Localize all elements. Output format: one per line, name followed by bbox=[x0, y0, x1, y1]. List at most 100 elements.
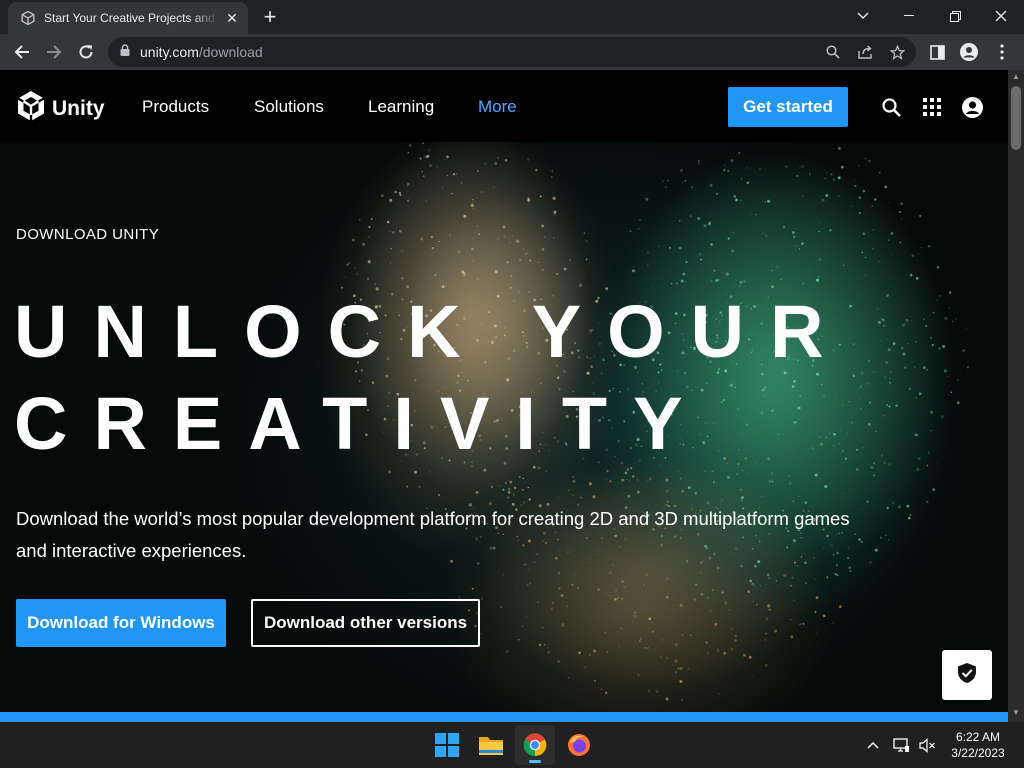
particle-dot bbox=[822, 614, 826, 618]
particle-dot bbox=[951, 320, 953, 322]
tray-chevron-up-icon[interactable] bbox=[863, 735, 883, 755]
particle-dot bbox=[438, 240, 440, 243]
nav-learning[interactable]: Learning bbox=[368, 97, 434, 117]
zoom-search-icon[interactable] bbox=[825, 44, 841, 60]
tab-search-chevron-icon[interactable] bbox=[840, 0, 886, 32]
restore-icon[interactable] bbox=[932, 0, 978, 32]
particle-dot bbox=[661, 639, 664, 641]
download-other-versions-button[interactable]: Download other versions bbox=[251, 599, 480, 647]
particle-dot bbox=[632, 475, 635, 478]
search-icon[interactable] bbox=[880, 96, 902, 118]
particle-dot bbox=[883, 376, 887, 379]
particle-dot bbox=[685, 260, 688, 263]
particle-dot bbox=[451, 192, 453, 195]
particle-dot bbox=[441, 186, 444, 189]
download-windows-button[interactable]: Download for Windows bbox=[16, 599, 226, 647]
particle-dot bbox=[643, 584, 645, 586]
particle-dot bbox=[356, 272, 359, 275]
address-bar[interactable]: unity.com/download bbox=[108, 37, 916, 67]
back-arrow-icon[interactable] bbox=[8, 38, 36, 66]
browser-menu-kebab-icon[interactable] bbox=[992, 42, 1012, 62]
unity-favicon-icon bbox=[20, 10, 36, 26]
forward-arrow-icon[interactable] bbox=[40, 38, 68, 66]
particle-dot bbox=[743, 280, 746, 283]
particle-dot bbox=[730, 647, 734, 651]
particle-dot bbox=[472, 260, 474, 262]
unity-logo[interactable]: Unity bbox=[16, 90, 105, 127]
particle-dot bbox=[826, 576, 829, 579]
particle-dot bbox=[731, 628, 734, 630]
particle-dot bbox=[735, 198, 738, 202]
particle-dot bbox=[504, 158, 508, 162]
particle-dot bbox=[832, 178, 836, 181]
particle-dot bbox=[606, 651, 609, 653]
particle-dot bbox=[359, 218, 361, 221]
scroll-thumb[interactable] bbox=[1011, 86, 1021, 150]
particle-dot bbox=[740, 488, 742, 491]
particle-dot bbox=[752, 600, 754, 602]
particle-dot bbox=[716, 192, 719, 195]
windows-start-icon[interactable] bbox=[427, 725, 467, 765]
particle-dot bbox=[493, 186, 495, 188]
particle-dot bbox=[725, 272, 729, 276]
particle-dot bbox=[886, 506, 889, 510]
particle-dot bbox=[541, 268, 544, 271]
scroll-down-arrow-icon[interactable]: ▼ bbox=[1008, 706, 1024, 720]
particle-dot bbox=[911, 254, 915, 258]
close-window-icon[interactable] bbox=[978, 0, 1024, 32]
particle-dot bbox=[734, 634, 738, 638]
particle-dot bbox=[882, 318, 885, 322]
particle-dot bbox=[820, 478, 822, 480]
particle-dot bbox=[871, 205, 873, 207]
particle-dot bbox=[790, 635, 794, 639]
tab-close-icon[interactable]: ✕ bbox=[224, 10, 240, 26]
particle-dot bbox=[886, 404, 888, 406]
page-scrollbar[interactable]: ▲ ▼ bbox=[1008, 70, 1024, 722]
particle-dot bbox=[700, 258, 702, 261]
share-icon[interactable] bbox=[857, 44, 873, 60]
particle-dot bbox=[559, 495, 561, 498]
particle-dot bbox=[648, 477, 652, 481]
new-tab-button[interactable]: + bbox=[258, 6, 282, 28]
particle-dot bbox=[644, 646, 646, 649]
profile-icon[interactable] bbox=[959, 42, 979, 62]
chrome-taskbar-icon[interactable] bbox=[515, 725, 555, 765]
particle-dot bbox=[389, 262, 391, 264]
particle-dot bbox=[388, 470, 392, 474]
nav-more[interactable]: More bbox=[478, 97, 517, 117]
particle-dot bbox=[930, 336, 933, 339]
side-panel-icon[interactable] bbox=[927, 42, 947, 62]
particle-dot bbox=[667, 179, 669, 182]
particle-dot bbox=[956, 401, 960, 405]
windows-taskbar: 6:22 AM 3/22/2023 bbox=[0, 722, 1024, 768]
taskbar-clock[interactable]: 6:22 AM 3/22/2023 bbox=[940, 729, 1016, 761]
particle-dot bbox=[571, 583, 574, 587]
particle-dot bbox=[898, 505, 902, 509]
apps-grid-icon[interactable] bbox=[921, 96, 943, 118]
scroll-up-arrow-icon[interactable]: ▲ bbox=[1008, 70, 1024, 84]
volume-muted-icon[interactable] bbox=[917, 735, 937, 755]
particle-dot bbox=[773, 629, 778, 633]
reload-icon[interactable] bbox=[72, 38, 100, 66]
nav-solutions[interactable]: Solutions bbox=[254, 97, 324, 117]
particle-dot bbox=[680, 698, 683, 701]
browser-tab[interactable]: Start Your Creative Projects and Downloa… bbox=[8, 2, 248, 34]
firefox-icon[interactable] bbox=[559, 725, 599, 765]
file-explorer-icon[interactable] bbox=[471, 725, 511, 765]
security-badge[interactable] bbox=[942, 650, 992, 700]
particle-dot bbox=[671, 283, 673, 285]
particle-dot bbox=[452, 173, 455, 176]
get-started-button[interactable]: Get started bbox=[728, 87, 848, 127]
particle-dot bbox=[949, 291, 952, 294]
particle-dot bbox=[701, 593, 704, 596]
bookmark-star-icon[interactable] bbox=[889, 44, 905, 60]
particle-dot bbox=[522, 477, 524, 480]
particle-dot bbox=[634, 611, 637, 614]
network-icon[interactable] bbox=[891, 735, 911, 755]
minimize-icon[interactable] bbox=[886, 0, 932, 32]
particle-dot bbox=[401, 277, 404, 280]
account-icon[interactable] bbox=[961, 96, 983, 118]
particle-dot bbox=[862, 189, 866, 193]
nav-products[interactable]: Products bbox=[142, 97, 209, 117]
particle-dot bbox=[899, 241, 902, 244]
